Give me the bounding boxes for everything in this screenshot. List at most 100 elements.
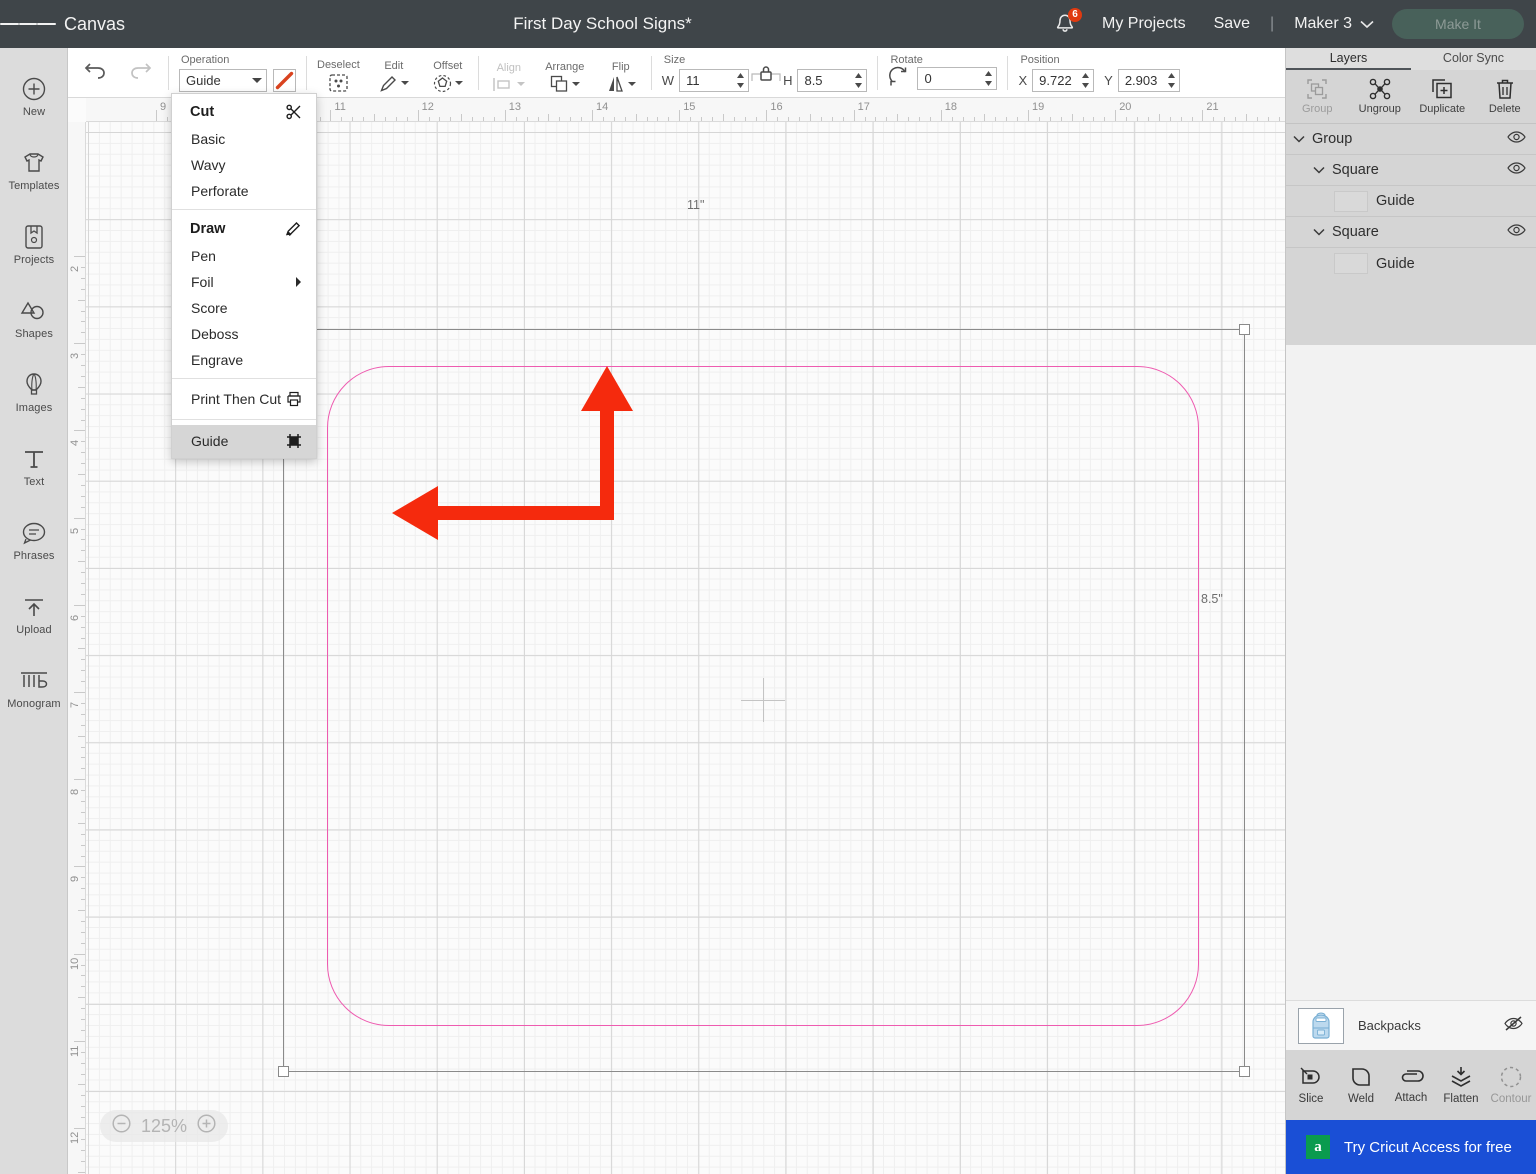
- stepper-updown-icon[interactable]: [984, 70, 993, 90]
- eye-icon[interactable]: [1507, 223, 1526, 242]
- menu-item-basic[interactable]: Basic: [172, 126, 316, 152]
- sidebar-item-monogram[interactable]: Monogram: [0, 652, 68, 726]
- cricut-access-banner[interactable]: a Try Cricut Access for free: [1286, 1120, 1536, 1174]
- chevron-down-icon[interactable]: [1286, 135, 1312, 143]
- menu-header-draw[interactable]: Draw: [172, 215, 316, 243]
- ruler-label: 9: [160, 101, 167, 113]
- flip-button[interactable]: Flip: [601, 61, 641, 98]
- operation-select[interactable]: Guide: [179, 68, 267, 92]
- make-it-button[interactable]: Make It: [1392, 9, 1524, 39]
- x-input[interactable]: 9.722: [1032, 68, 1095, 92]
- table-row[interactable]: Square: [1286, 217, 1536, 248]
- stepper-updown-icon[interactable]: [1081, 72, 1090, 92]
- redo-arrow-icon[interactable]: [127, 61, 152, 84]
- sidebar-item-new[interactable]: New: [0, 60, 68, 134]
- resize-handle-bottom-right[interactable]: [1239, 1066, 1250, 1077]
- plus-circle-icon[interactable]: [197, 1114, 216, 1138]
- ruler-major-tick: [74, 953, 85, 955]
- eye-hidden-icon[interactable]: [1503, 1015, 1524, 1037]
- stepper-updown-icon[interactable]: [736, 72, 745, 92]
- layer-color-swatch[interactable]: [1334, 190, 1368, 212]
- attach-label: Attach: [1394, 1092, 1428, 1104]
- ruler-label: 18: [944, 101, 958, 113]
- save-button[interactable]: Save: [1200, 15, 1264, 33]
- material-row[interactable]: Backpacks: [1286, 1000, 1536, 1050]
- sidebar-item-upload[interactable]: Upload: [0, 578, 68, 652]
- resize-handle-top-right[interactable]: [1239, 324, 1250, 335]
- tab-layers[interactable]: Layers: [1286, 48, 1411, 70]
- arrange-button[interactable]: Arrange: [545, 61, 585, 98]
- width-input[interactable]: 11: [679, 68, 750, 92]
- ruler-minor-tick: [81, 452, 85, 454]
- y-value: 2.903: [1124, 72, 1158, 88]
- operation-dropdown-menu[interactable]: Cut Basic Wavy Perforate Draw Pen Foil S…: [171, 93, 317, 459]
- sidebar-item-text[interactable]: Text: [0, 430, 68, 504]
- lock-aspect-ratio-button[interactable]: [749, 63, 783, 92]
- menu-item-perforate[interactable]: Perforate: [172, 178, 316, 204]
- machine-selector[interactable]: Maker 3: [1280, 15, 1384, 33]
- offset-button[interactable]: Offset: [428, 60, 468, 98]
- flatten-button[interactable]: Flatten: [1436, 1065, 1486, 1105]
- table-row[interactable]: Square: [1286, 155, 1536, 186]
- eye-icon[interactable]: [1507, 161, 1526, 180]
- sidebar-item-phrases[interactable]: Phrases: [0, 504, 68, 578]
- weld-button[interactable]: Weld: [1336, 1065, 1386, 1105]
- eye-icon[interactable]: [1507, 130, 1526, 149]
- rotate-icon[interactable]: [888, 66, 909, 92]
- undo-redo-group: [68, 61, 168, 84]
- table-row[interactable]: Guide: [1286, 186, 1536, 217]
- sidebar-item-projects[interactable]: Projects: [0, 208, 68, 282]
- ruler-major-tick: [592, 110, 593, 121]
- layers-list: Group Square Guide Square Guide: [1286, 124, 1536, 279]
- sidebar-item-images[interactable]: Images: [0, 356, 68, 430]
- zoom-control[interactable]: 125%: [100, 1110, 229, 1142]
- ruler-minor-tick: [1137, 117, 1138, 121]
- menu-item-score[interactable]: Score: [172, 295, 316, 321]
- attach-button[interactable]: Attach: [1386, 1066, 1436, 1104]
- undo-arrow-icon[interactable]: [84, 61, 109, 84]
- height-input[interactable]: 8.5: [797, 68, 868, 92]
- delete-button[interactable]: Delete: [1474, 70, 1536, 123]
- layer-actions-toolbar: Group Ungroup Duplicate Delete: [1286, 70, 1536, 124]
- stepper-updown-icon[interactable]: [1167, 72, 1176, 92]
- my-projects-link[interactable]: My Projects: [1088, 15, 1200, 33]
- slice-button[interactable]: Slice: [1286, 1065, 1336, 1105]
- ruler-minor-tick: [690, 117, 692, 121]
- sidebar-item-shapes[interactable]: Shapes: [0, 282, 68, 356]
- sidebar-item-templates[interactable]: Templates: [0, 134, 68, 208]
- ruler-minor-tick: [1256, 117, 1258, 121]
- table-row[interactable]: Group: [1286, 124, 1536, 155]
- chevron-down-icon[interactable]: [1306, 228, 1332, 236]
- rotate-input[interactable]: 0: [917, 67, 998, 90]
- deselect-button[interactable]: Deselect: [317, 59, 360, 98]
- menu-item-pen[interactable]: Pen: [172, 243, 316, 269]
- contour-button[interactable]: Contour: [1486, 1065, 1536, 1105]
- ungroup-button[interactable]: Ungroup: [1349, 70, 1412, 123]
- operation-color-swatch[interactable]: [273, 68, 296, 92]
- ruler-minor-tick: [744, 117, 746, 121]
- ruler-minor-tick: [624, 117, 626, 121]
- menu-item-print-then-cut[interactable]: Print Then Cut: [172, 384, 316, 414]
- y-input[interactable]: 2.903: [1117, 68, 1180, 92]
- menu-item-deboss[interactable]: Deboss: [172, 321, 316, 347]
- notifications-button[interactable]: 6: [1042, 0, 1088, 48]
- edit-button[interactable]: Edit: [374, 60, 414, 98]
- menu-item-engrave[interactable]: Engrave: [172, 347, 316, 373]
- stepper-updown-icon[interactable]: [854, 72, 863, 92]
- table-row[interactable]: Guide: [1286, 248, 1536, 279]
- resize-handle-bottom-left[interactable]: [278, 1066, 289, 1077]
- menu-item-guide[interactable]: Guide: [172, 425, 316, 458]
- menu-item-wavy[interactable]: Wavy: [172, 152, 316, 178]
- material-thumbnail[interactable]: [1298, 1007, 1344, 1044]
- rotate-group-title: Rotate: [890, 53, 923, 66]
- menu-item-foil[interactable]: Foil: [172, 269, 316, 295]
- align-icon: [493, 77, 510, 91]
- layer-color-swatch[interactable]: [1334, 253, 1368, 274]
- minus-circle-icon[interactable]: [112, 1114, 131, 1138]
- chevron-down-icon[interactable]: [1306, 166, 1332, 174]
- menu-header-cut[interactable]: Cut: [172, 98, 316, 126]
- align-button[interactable]: Align: [489, 62, 529, 98]
- duplicate-button[interactable]: Duplicate: [1411, 70, 1474, 123]
- tab-color-sync[interactable]: Color Sync: [1411, 48, 1536, 70]
- group-button[interactable]: Group: [1286, 70, 1349, 123]
